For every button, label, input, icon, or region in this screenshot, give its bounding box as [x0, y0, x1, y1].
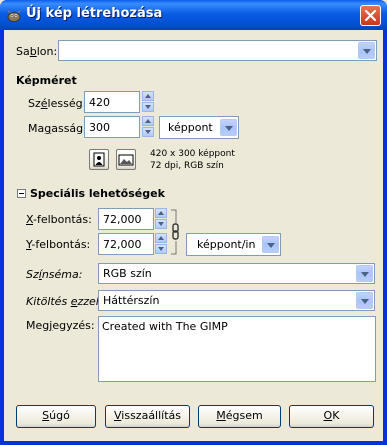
height-decrement-button[interactable] [142, 127, 154, 137]
xres-decrement-button[interactable] [155, 219, 167, 229]
yres-decrement-button[interactable] [155, 244, 167, 254]
landscape-icon [118, 154, 134, 166]
width-spinner[interactable] [142, 91, 154, 113]
help-button[interactable]: Súgó [16, 405, 96, 428]
chevron-down-icon[interactable] [356, 292, 373, 309]
yres-spinner[interactable] [155, 233, 167, 255]
collapse-icon[interactable] [17, 189, 26, 198]
title-bar[interactable]: Új kép létrehozása [0, 0, 387, 30]
height-label: Magasság: [28, 122, 87, 135]
portrait-icon [93, 152, 105, 167]
colorspace-combo[interactable]: RGB szín [98, 263, 375, 284]
cancel-button[interactable]: Mégsem [198, 405, 281, 428]
xres-increment-button[interactable] [155, 208, 167, 218]
reset-button[interactable]: Visszaállítás [105, 405, 190, 428]
portrait-button[interactable] [89, 149, 109, 170]
height-input[interactable]: 300 [84, 116, 140, 138]
fill-combo[interactable]: Háttérszín [98, 290, 375, 311]
yres-input[interactable]: 72,000 [98, 233, 154, 255]
chevron-down-icon[interactable] [356, 265, 373, 282]
height-increment-button[interactable] [142, 116, 154, 126]
close-button[interactable] [360, 5, 381, 26]
chevron-down-icon[interactable] [358, 42, 375, 59]
comment-label: Megjegyzés: [26, 319, 95, 332]
template-combo[interactable] [58, 40, 377, 61]
xres-input[interactable]: 72,000 [98, 208, 154, 230]
width-increment-button[interactable] [142, 91, 154, 101]
template-label: Sablon: [16, 45, 58, 58]
width-label: Szélesség: [28, 97, 87, 110]
landscape-button[interactable] [116, 149, 136, 170]
chain-link-icon[interactable] [170, 209, 180, 255]
window-title: Új kép létrehozása [26, 6, 163, 21]
resolution-unit-combo[interactable]: képpont/in [186, 233, 281, 256]
yres-label: Y-felbontás: [26, 238, 91, 251]
dialog-window: Új kép létrehozása Sablon: Képméret Szél… [0, 0, 387, 445]
gimp-logo-icon [6, 7, 22, 23]
close-icon [364, 9, 377, 22]
height-spinner[interactable] [142, 116, 154, 138]
fill-label: Kitöltés ezzel: [26, 295, 103, 308]
advanced-options-heading[interactable]: Speciális lehetőségek [30, 187, 165, 200]
dialog-body: Sablon: Képméret Szélesség: 420 Magasság… [4, 30, 383, 441]
width-decrement-button[interactable] [142, 102, 154, 112]
yres-increment-button[interactable] [155, 233, 167, 243]
xres-spinner[interactable] [155, 208, 167, 230]
image-info-size: 420 x 300 képpont [150, 149, 235, 159]
size-unit-combo[interactable]: képpont [159, 116, 239, 139]
window-frame [0, 441, 387, 445]
chevron-down-icon[interactable] [262, 236, 279, 253]
ok-button[interactable]: OK [289, 405, 374, 428]
xres-label: X-felbontás: [26, 213, 92, 226]
colorspace-label: Színséma: [26, 268, 83, 281]
width-input[interactable]: 420 [84, 91, 140, 113]
comment-textarea[interactable]: Created with The GIMP [98, 316, 376, 382]
chevron-down-icon[interactable] [220, 119, 237, 136]
image-info-format: 72 dpi, RGB szín [150, 161, 224, 171]
image-size-heading: Képméret [16, 74, 77, 87]
